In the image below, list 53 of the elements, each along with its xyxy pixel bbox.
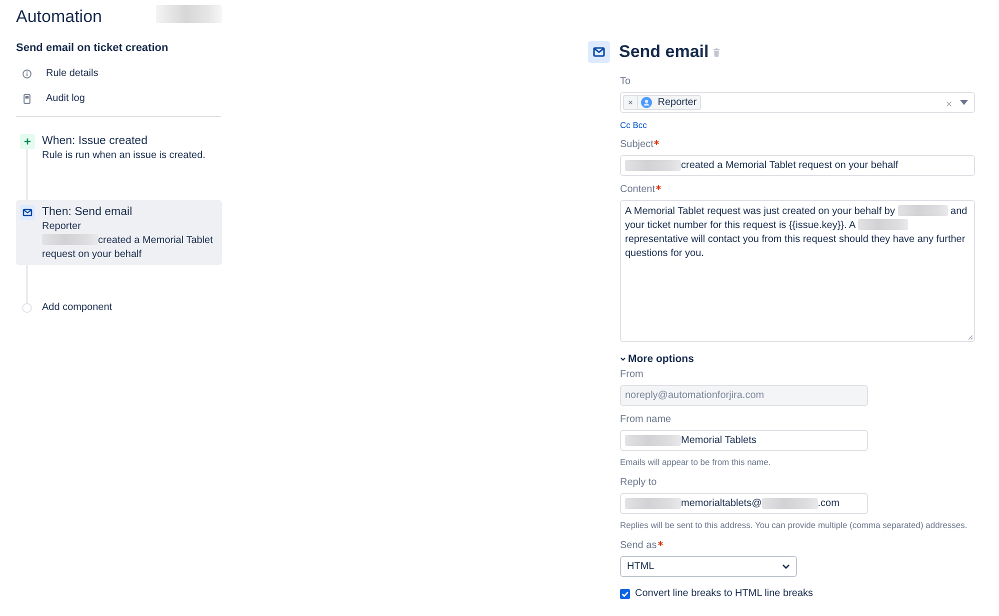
field-label: From name: [620, 413, 672, 427]
empty-circle-icon: [22, 303, 32, 313]
remove-icon[interactable]: [628, 100, 633, 105]
chevron-down-icon: [782, 564, 790, 569]
cc-bcc-link[interactable]: Cc Bcc: [620, 119, 647, 131]
plus-icon: [20, 134, 35, 149]
page-title: Automation: [16, 6, 102, 28]
redacted-block: [42, 234, 98, 245]
rule-nav-link[interactable]: Audit log: [16, 86, 222, 111]
mail-icon: [20, 205, 35, 220]
component-card[interactable]: Then: Send email Reporter created a Memorial Tablet request on your behalf: [16, 200, 222, 265]
resize-handle-icon[interactable]: [967, 334, 973, 340]
field-label: Subject: [620, 138, 654, 152]
document-icon: [22, 94, 32, 104]
help-text: Replies will be sent to this address. You can provide multiple (comma separated) addresses.: [620, 519, 968, 531]
input-field[interactable]: memorialtablets@ .com: [620, 493, 868, 514]
more-options-toggle[interactable]: More options: [620, 352, 694, 366]
component-description: Rule is run when an issue is created.: [42, 150, 206, 161]
checkbox-label[interactable]: Convert line breaks to HTML line breaks: [635, 587, 814, 601]
redacted-block: [898, 205, 948, 216]
field-label: Reply to: [620, 476, 657, 490]
editor-title: Send email: [619, 41, 709, 63]
redacted-block: [625, 160, 681, 171]
avatar-icon: [641, 97, 652, 108]
field-label: Send as: [620, 539, 657, 553]
clear-icon[interactable]: [946, 101, 952, 107]
input-field[interactable]: Memorial Tablets: [620, 430, 868, 451]
add-component-button[interactable]: Add component: [16, 301, 112, 315]
text-area[interactable]: A Memorial Tablet request was just created on your behalf by and your ticket number for this request is {{issue.key}}. A representative will contact you from this request should they have any further questions for you.: [620, 200, 975, 342]
rule-name: Send email on ticket creation: [16, 41, 170, 55]
component-description: created a Memorial Tablet: [98, 235, 213, 246]
field-label: From: [620, 368, 644, 382]
mail-icon: [588, 41, 610, 63]
select-field[interactable]: HTML: [620, 556, 797, 577]
recipients-field[interactable]: Reporter: [620, 92, 975, 113]
input-field[interactable]: created a Memorial Tablet request on your behalf: [620, 155, 975, 176]
component-title: When: Issue created: [42, 134, 148, 149]
component-description: request on your behalf: [42, 249, 142, 260]
redacted-block: [625, 435, 681, 446]
recipient-chip[interactable]: Reporter: [623, 95, 701, 110]
component-card[interactable]: When: Issue created Rule is run when an issue is created.: [16, 129, 222, 166]
checkbox[interactable]: [620, 589, 630, 599]
field-label: Content: [620, 183, 656, 197]
redacted-block: [762, 498, 818, 509]
component-description: Reporter: [42, 221, 81, 232]
redacted-block: [858, 219, 908, 230]
field-label: To: [620, 75, 631, 89]
help-text: Emails will appear to be from this name.: [620, 456, 771, 468]
rule-nav-link[interactable]: Rule details: [16, 61, 222, 86]
component-title: Then: Send email: [42, 205, 134, 220]
dropdown-caret-icon[interactable]: [960, 100, 968, 105]
info-icon: [22, 68, 32, 78]
redacted-block: [625, 498, 681, 509]
